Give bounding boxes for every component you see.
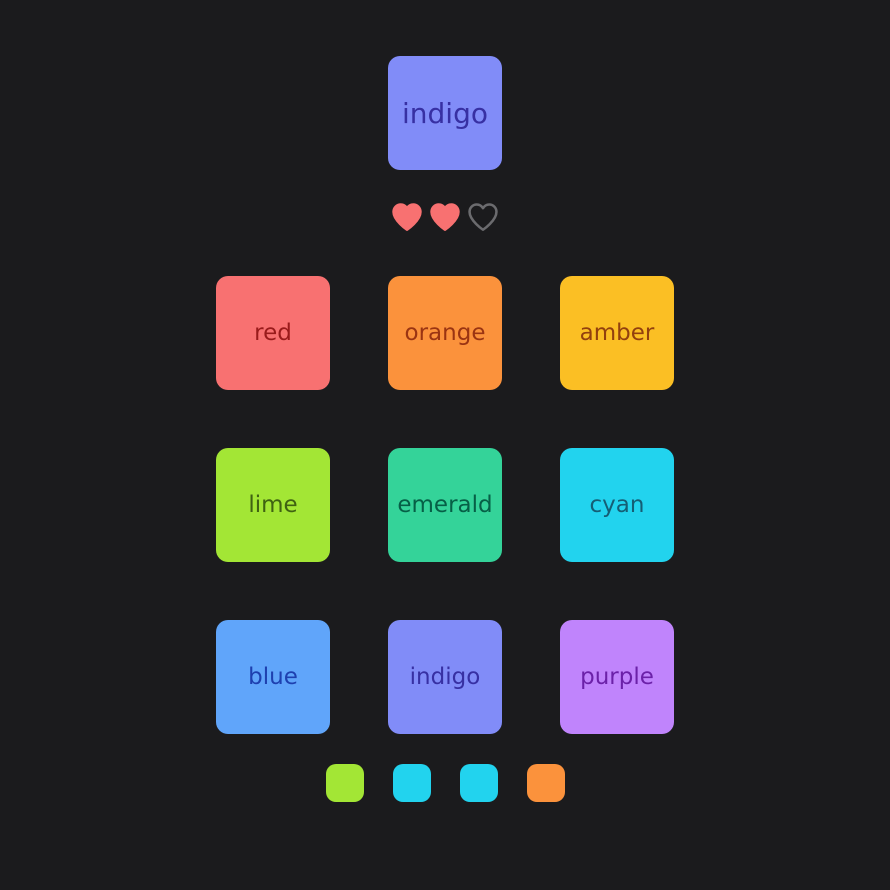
color-tile-blue[interactable]: blue bbox=[216, 620, 330, 734]
color-tile-label: amber bbox=[579, 320, 655, 346]
color-tile-label: purple bbox=[580, 664, 654, 690]
history-chip bbox=[326, 764, 364, 802]
color-tile-amber[interactable]: amber bbox=[560, 276, 674, 390]
heart-icon bbox=[466, 200, 500, 240]
color-tile-label: orange bbox=[404, 320, 486, 346]
heart-icon bbox=[390, 200, 424, 240]
history-chip bbox=[393, 764, 431, 802]
color-tile-indigo[interactable]: indigo bbox=[388, 620, 502, 734]
color-tile-cyan[interactable]: cyan bbox=[560, 448, 674, 562]
color-tile-label: lime bbox=[248, 492, 298, 518]
history-chip bbox=[460, 764, 498, 802]
heart-icon bbox=[428, 200, 462, 240]
color-tile-orange[interactable]: orange bbox=[388, 276, 502, 390]
color-tile-label: cyan bbox=[589, 492, 645, 518]
lives-indicator bbox=[388, 200, 502, 240]
color-tile-purple[interactable]: purple bbox=[560, 620, 674, 734]
color-tile-lime[interactable]: lime bbox=[216, 448, 330, 562]
guess-history bbox=[326, 764, 565, 802]
target-color-tile: indigo bbox=[388, 56, 502, 170]
color-tile-emerald[interactable]: emerald bbox=[388, 448, 502, 562]
color-tile-label: emerald bbox=[397, 492, 493, 518]
target-color-label: indigo bbox=[402, 96, 488, 130]
game-board: indigo red orange amber lime emerald cya… bbox=[0, 0, 890, 890]
color-tile-label: indigo bbox=[409, 664, 481, 690]
color-tile-label: red bbox=[254, 320, 292, 346]
history-chip bbox=[527, 764, 565, 802]
color-tile-red[interactable]: red bbox=[216, 276, 330, 390]
color-tile-label: blue bbox=[248, 664, 298, 690]
